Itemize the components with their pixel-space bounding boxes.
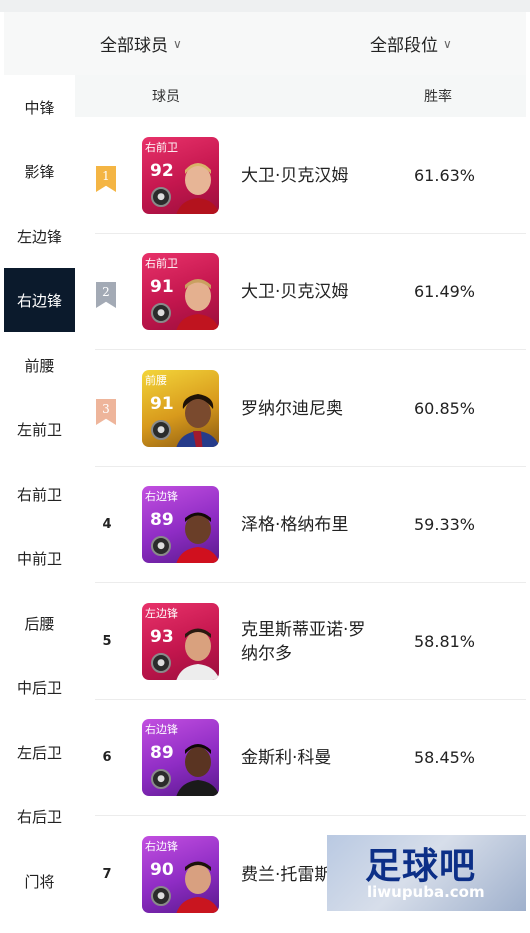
- sidebar-item-rwf[interactable]: 右边锋: [4, 268, 75, 332]
- player-portrait-icon: [176, 628, 219, 680]
- win-rate: 58.45%: [414, 748, 476, 767]
- card-badge-icon: ●: [151, 769, 171, 789]
- players-filter-label: 全部球员: [100, 36, 168, 56]
- win-rate: 61.49%: [414, 282, 476, 301]
- player-name: 大卫·贝克汉姆: [241, 166, 349, 186]
- sidebar-item-cf[interactable]: 中锋: [4, 75, 75, 139]
- win-rate: 60.85%: [414, 399, 476, 418]
- card-position: 左边锋: [145, 607, 178, 620]
- card-badge-icon: ●: [151, 886, 171, 906]
- rank-number: 7: [102, 867, 112, 882]
- table-row[interactable]: 5 左边锋 93 ● 克里斯蒂亚诺·罗纳尔多 58.81%: [75, 584, 526, 700]
- chevron-down-icon: ∨: [443, 36, 452, 51]
- rank-ribbon-gold: 1: [96, 166, 116, 192]
- watermark-url: liwupuba.com: [367, 883, 485, 901]
- card-position: 右边锋: [145, 840, 178, 853]
- player-name: 大卫·贝克汉姆: [241, 282, 349, 302]
- row-divider: [95, 815, 526, 816]
- player-card[interactable]: 右边锋 89 ●: [142, 486, 219, 563]
- card-rating: 90: [150, 860, 174, 880]
- top-strip: [0, 0, 530, 12]
- player-name: 泽格·格纳布里: [241, 515, 349, 535]
- column-header-player: 球员: [152, 89, 180, 105]
- filter-bar: 全部球员 ∨ 全部段位 ∨: [4, 12, 526, 75]
- sidebar-item-cmf[interactable]: 中前卫: [4, 526, 75, 590]
- card-rating: 91: [150, 394, 174, 414]
- card-badge-icon: ●: [151, 187, 171, 207]
- table-header: 球员 胜率: [75, 75, 526, 117]
- player-name: 罗纳尔迪尼奥: [241, 399, 343, 419]
- rank-number: 4: [102, 517, 112, 532]
- row-divider: [95, 349, 526, 350]
- sidebar-item-lwf[interactable]: 左边锋: [4, 204, 75, 268]
- table-row[interactable]: 4 右边锋 89 ● 泽格·格纳布里 59.33%: [75, 467, 526, 583]
- sidebar-item-ss[interactable]: 影锋: [4, 139, 75, 203]
- player-card[interactable]: 右前卫 92 ●: [142, 137, 219, 214]
- rank-number: 5: [102, 634, 112, 649]
- card-badge-icon: ●: [151, 653, 171, 673]
- card-position: 前腰: [145, 374, 167, 387]
- card-position: 右边锋: [145, 490, 178, 503]
- player-portrait-icon: [176, 744, 219, 796]
- chevron-down-icon: ∨: [173, 36, 182, 51]
- card-rating: 89: [150, 510, 174, 530]
- sidebar-item-rmf[interactable]: 右前卫: [4, 462, 75, 526]
- sidebar-item-lb[interactable]: 左后卫: [4, 720, 75, 784]
- win-rate: 59.33%: [414, 515, 476, 534]
- win-rate: 61.63%: [414, 166, 476, 185]
- rank-ribbon-bronze: 3: [96, 399, 116, 425]
- watermark-title: 足球吧: [365, 846, 477, 887]
- watermark-logo: 足球吧 liwupuba.com: [327, 835, 526, 911]
- card-badge-icon: ●: [151, 303, 171, 323]
- player-portrait-icon: [176, 279, 219, 330]
- player-card[interactable]: 前腰 91 ●: [142, 370, 219, 447]
- sidebar-item-amf[interactable]: 前腰: [4, 333, 75, 397]
- player-portrait-icon: [176, 163, 219, 214]
- player-card[interactable]: 右边锋 90 ●: [142, 836, 219, 913]
- player-card[interactable]: 右前卫 91 ●: [142, 253, 219, 330]
- sidebar-item-cb[interactable]: 中后卫: [4, 655, 75, 719]
- player-name: 克里斯蒂亚诺·罗纳尔多: [241, 620, 366, 664]
- ranking-table: 球员 胜率 1 右前卫 92 ● 大卫·贝克汉姆 61.63% 2 右前卫 91…: [75, 75, 526, 913]
- card-rating: 89: [150, 743, 174, 763]
- table-row[interactable]: 1 右前卫 92 ● 大卫·贝克汉姆 61.63%: [75, 118, 526, 234]
- sidebar-item-dmf[interactable]: 后腰: [4, 591, 75, 655]
- row-divider: [95, 582, 526, 583]
- card-position: 右前卫: [145, 141, 178, 154]
- position-sidebar: 中锋 影锋 左边锋 右边锋 前腰 左前卫 右前卫 中前卫 后腰 中后卫 左后卫 …: [4, 75, 75, 911]
- column-header-winrate: 胜率: [424, 89, 452, 105]
- player-name: 金斯利·科曼: [241, 748, 332, 768]
- sidebar-item-rb[interactable]: 右后卫: [4, 784, 75, 848]
- division-filter-dropdown[interactable]: 全部段位 ∨: [370, 12, 452, 75]
- player-portrait-icon: [176, 394, 219, 447]
- sidebar-item-lmf[interactable]: 左前卫: [4, 397, 75, 461]
- player-card[interactable]: 右边锋 89 ●: [142, 719, 219, 796]
- table-row[interactable]: 2 右前卫 91 ● 大卫·贝克汉姆 61.49%: [75, 234, 526, 350]
- card-rating: 93: [150, 627, 174, 647]
- rank-number: 6: [102, 750, 112, 765]
- player-portrait-icon: [176, 512, 219, 563]
- player-portrait-icon: [176, 861, 219, 913]
- card-position: 右边锋: [145, 723, 178, 736]
- card-badge-icon: ●: [151, 420, 171, 440]
- win-rate: 58.81%: [414, 632, 476, 651]
- card-position: 右前卫: [145, 257, 178, 270]
- card-rating: 92: [150, 161, 174, 181]
- table-row[interactable]: 3 前腰 91 ● 罗纳尔迪尼奥 60.85%: [75, 351, 526, 467]
- division-filter-label: 全部段位: [370, 36, 438, 56]
- players-filter-dropdown[interactable]: 全部球员 ∨: [100, 12, 182, 75]
- sidebar-item-gk[interactable]: 门将: [4, 849, 75, 913]
- player-card[interactable]: 左边锋 93 ●: [142, 603, 219, 680]
- table-row[interactable]: 6 右边锋 89 ● 金斯利·科曼 58.45%: [75, 700, 526, 816]
- card-badge-icon: ●: [151, 536, 171, 556]
- rank-ribbon-silver: 2: [96, 282, 116, 308]
- card-rating: 91: [150, 277, 174, 297]
